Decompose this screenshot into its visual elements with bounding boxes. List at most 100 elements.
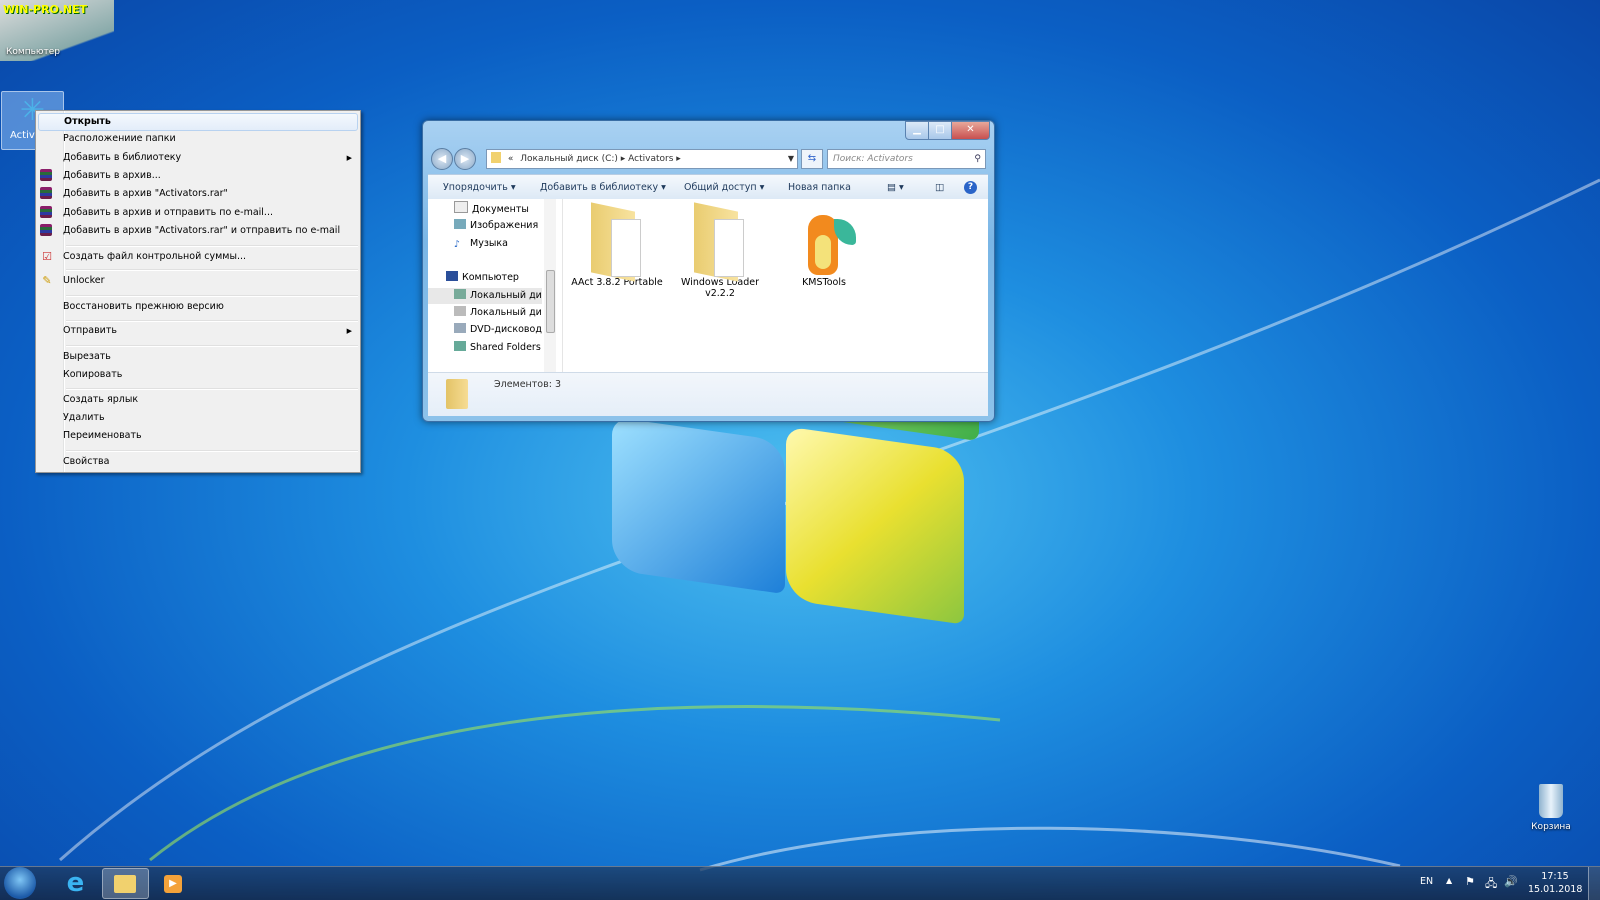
- internet-explorer-button[interactable]: e: [53, 868, 98, 899]
- menu-item-archive-rar-and-email[interactable]: Добавить в архив "Activators.rar" и отпр…: [38, 222, 358, 240]
- recycle-bin-icon: [1539, 784, 1563, 818]
- media-player-icon: ▶: [164, 875, 182, 893]
- item-count: Элементов: 3: [494, 379, 561, 390]
- desktop-icon-computer[interactable]: Компьютер: [2, 47, 64, 57]
- icon-label: Корзина: [1531, 822, 1571, 832]
- share-button[interactable]: Общий доступ ▾: [684, 175, 764, 200]
- start-button[interactable]: [4, 867, 36, 899]
- nav-item-computer[interactable]: Компьютер: [446, 270, 519, 286]
- nav-item-drive-d[interactable]: Локальный диск (D:): [454, 305, 542, 321]
- checksum-icon: ☑: [42, 250, 52, 263]
- file-item[interactable]: AAct 3.8.2 Portable: [571, 202, 663, 288]
- menu-item-create-shortcut[interactable]: Создать ярлык: [38, 391, 358, 409]
- menu-item-delete[interactable]: Удалить: [38, 409, 358, 427]
- network-icon[interactable]: 🖧: [1485, 875, 1497, 894]
- file-name: KMSTools: [802, 277, 846, 288]
- menu-item-cut[interactable]: Вырезать: [38, 348, 358, 366]
- address-bar[interactable]: « Локальный диск (C:) ▸ Activators ▸ ▼: [486, 149, 798, 169]
- clock-time: 17:15: [1541, 871, 1569, 882]
- nav-item-documents[interactable]: Документы: [454, 201, 529, 217]
- winrar-icon: [40, 224, 52, 236]
- menu-item-open[interactable]: Открыть: [38, 113, 358, 131]
- dvd-icon: [454, 323, 466, 333]
- menu-item-archive-and-email[interactable]: Добавить в архив и отправить по e-mail..…: [38, 204, 358, 222]
- view-options-icon[interactable]: ▤ ▾: [887, 175, 904, 200]
- explorer-window: ▁ □ ✕ ◀ ▶ « Локальный диск (C:) ▸ Activa…: [422, 120, 995, 422]
- computer-icon: [446, 271, 458, 281]
- refresh-button[interactable]: ⇆: [801, 149, 823, 169]
- nav-item-pictures[interactable]: Изображения: [454, 218, 538, 234]
- navigation-pane: Документы Изображения ♪ Музыка Компьютер …: [428, 199, 563, 372]
- menu-item-add-to-library[interactable]: Добавить в библиотеку ▶: [38, 149, 358, 167]
- volume-icon[interactable]: 🔊: [1504, 875, 1518, 888]
- add-to-library-button[interactable]: Добавить в библиотеку ▾: [540, 175, 666, 200]
- folder-icon: [446, 379, 468, 409]
- action-center-flag-icon[interactable]: ⚑: [1465, 875, 1475, 888]
- nav-scrollbar[interactable]: [544, 199, 556, 372]
- file-item[interactable]: KMSTools: [778, 207, 870, 288]
- minimize-button[interactable]: ▁: [905, 121, 929, 140]
- show-hidden-icons-button[interactable]: ▲: [1446, 876, 1452, 885]
- desktop-icon-recycle-bin[interactable]: Корзина: [1520, 784, 1582, 832]
- dragon-app-icon: [798, 207, 856, 277]
- language-indicator[interactable]: EN: [1420, 876, 1433, 887]
- context-menu: Открыть Расположениие папки Добавить в б…: [35, 110, 361, 473]
- music-icon: ♪: [454, 239, 461, 250]
- windows-drive-icon: [454, 289, 466, 299]
- organize-button[interactable]: Упорядочить ▾: [443, 175, 516, 200]
- menu-item-open-folder-location[interactable]: Расположениие папки: [38, 130, 358, 148]
- search-placeholder: Поиск: Activators: [833, 154, 913, 164]
- status-bar: Элементов: 3: [428, 372, 988, 416]
- wallpaper-swirl: [699, 826, 1401, 872]
- menu-item-restore-previous-versions[interactable]: Восстановить прежнюю версию: [38, 298, 358, 316]
- winrar-icon: [40, 206, 52, 218]
- nav-item-drive-c[interactable]: Локальный диск (C:): [428, 288, 542, 304]
- menu-item-send-to[interactable]: Отправить ▶: [38, 322, 358, 340]
- menu-item-copy[interactable]: Копировать: [38, 366, 358, 384]
- help-icon[interactable]: ?: [964, 181, 977, 194]
- submenu-arrow-icon: ▶: [346, 327, 352, 335]
- folder-icon: [491, 152, 501, 163]
- file-name: Windows Loader v2.2.2: [681, 277, 759, 299]
- breadcrumb-item[interactable]: Локальный диск (C:): [520, 154, 618, 164]
- clock[interactable]: 17:15 15.01.2018: [1528, 870, 1582, 896]
- file-name: AAct 3.8.2 Portable: [571, 277, 663, 288]
- nav-item-music[interactable]: ♪ Музыка: [454, 236, 508, 252]
- menu-item-add-to-activators-rar[interactable]: Добавить в архив "Activators.rar": [38, 185, 358, 203]
- back-button[interactable]: ◀: [431, 148, 453, 170]
- preview-pane-icon[interactable]: ◫: [935, 175, 944, 200]
- desktop: WIN-PRO.NET Компьютер ✳ Activators Корзи…: [0, 0, 1600, 900]
- nav-item-shared-folders[interactable]: Shared Folders (\\: [454, 340, 542, 356]
- winrar-icon: [40, 169, 52, 181]
- show-desktop-button[interactable]: [1588, 867, 1600, 900]
- breadcrumb-overflow[interactable]: «: [508, 154, 514, 164]
- menu-item-properties[interactable]: Свойства: [38, 453, 358, 471]
- submenu-arrow-icon: ▶: [346, 154, 352, 162]
- breadcrumb-item[interactable]: Activators: [628, 154, 673, 164]
- nav-item-dvd[interactable]: DVD-дисковод (E:): [454, 322, 542, 338]
- icon-label: Компьютер: [6, 47, 60, 57]
- folder-icon: [591, 202, 643, 282]
- toolbar: Упорядочить ▾ Добавить в библиотеку ▾ Об…: [428, 174, 988, 200]
- scrollbar-thumb[interactable]: [546, 270, 555, 333]
- maximize-button[interactable]: □: [928, 121, 952, 140]
- file-item[interactable]: Windows Loader v2.2.2: [674, 202, 766, 299]
- menu-item-rename[interactable]: Переименовать: [38, 427, 358, 445]
- explorer-taskbar-button[interactable]: [102, 868, 149, 899]
- content-pane: Документы Изображения ♪ Музыка Компьютер …: [428, 199, 988, 372]
- wallpaper-logo-yellow: [786, 426, 964, 625]
- drive-icon: [454, 306, 466, 316]
- clock-date: 15.01.2018: [1528, 884, 1583, 895]
- media-player-button[interactable]: ▶: [151, 868, 196, 899]
- close-button[interactable]: ✕: [951, 121, 990, 140]
- menu-item-create-checksum[interactable]: ☑ Создать файл контрольной суммы...: [38, 248, 358, 266]
- address-dropdown-icon[interactable]: ▼: [788, 150, 794, 168]
- menu-item-unlocker[interactable]: ✎ Unlocker: [38, 272, 358, 290]
- search-input[interactable]: Поиск: Activators ⚲: [827, 149, 986, 169]
- forward-button[interactable]: ▶: [454, 148, 476, 170]
- menu-item-add-to-archive[interactable]: Добавить в архив...: [38, 167, 358, 185]
- search-icon: ⚲: [974, 154, 981, 164]
- unlocker-wand-icon: ✎: [42, 274, 52, 287]
- folder-icon: [694, 202, 746, 282]
- new-folder-button[interactable]: Новая папка: [788, 175, 851, 200]
